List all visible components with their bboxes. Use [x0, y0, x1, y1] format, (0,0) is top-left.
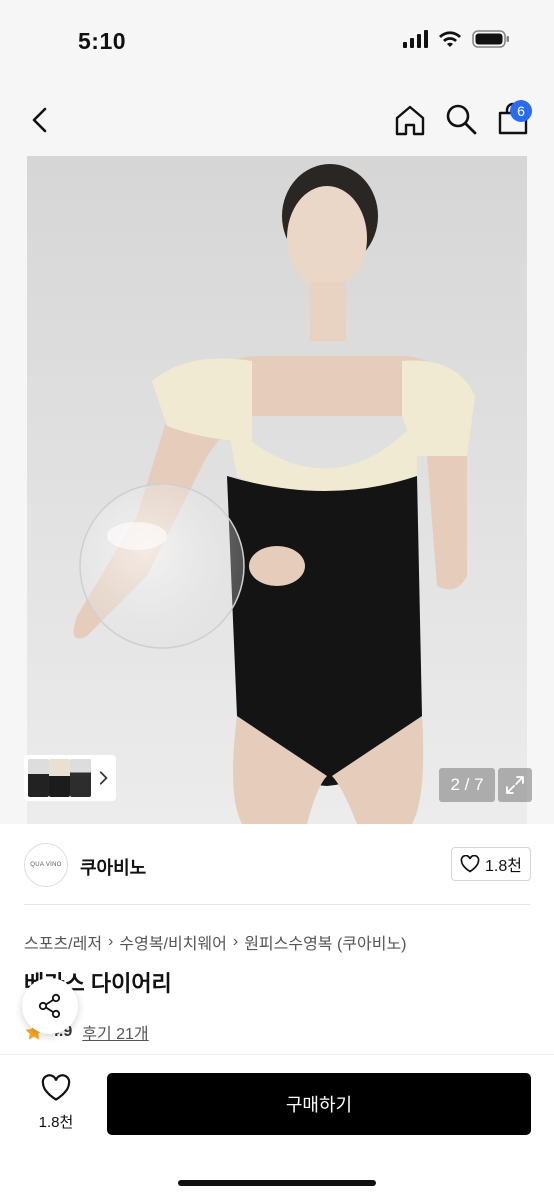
brand-name[interactable]: 쿠아비노: [80, 854, 146, 880]
chevron-right-icon[interactable]: [95, 769, 112, 787]
signal-icon: [403, 30, 428, 48]
expand-button[interactable]: [498, 768, 532, 802]
product-photo[interactable]: [27, 156, 527, 824]
thumbnail-1[interactable]: [28, 759, 49, 797]
wish-button[interactable]: 1.8천: [30, 1074, 82, 1132]
divider: [24, 904, 530, 905]
breadcrumb-item[interactable]: 스포츠/레저: [24, 930, 102, 954]
product-photo-illustration: [27, 156, 527, 824]
wifi-icon: [439, 31, 461, 47]
brand-like-button[interactable]: 1.8천: [451, 847, 531, 881]
brand-row[interactable]: QUA VINO 쿠아비노 1.8천: [0, 826, 554, 904]
status-bar: 5:10: [0, 0, 554, 84]
thumbnail-2[interactable]: [48, 759, 70, 797]
heart-icon: [41, 1074, 71, 1101]
search-icon[interactable]: [444, 102, 478, 136]
brand-logo[interactable]: QUA VINO: [24, 843, 68, 887]
battery-icon: [472, 30, 509, 48]
status-icons: [402, 30, 510, 48]
cart-count-badge: 6: [510, 100, 532, 122]
expand-icon: [506, 776, 524, 794]
thumbnail-strip[interactable]: [24, 755, 116, 801]
wish-count: 1.8천: [38, 1114, 74, 1131]
nav-bar: [0, 84, 554, 156]
status-time: 5:10: [78, 28, 127, 54]
back-icon[interactable]: [22, 102, 58, 138]
thumbnail-3[interactable]: [69, 759, 91, 797]
reviews-link[interactable]: 후기 21개: [82, 1020, 148, 1044]
share-icon: [38, 993, 61, 1019]
buy-button[interactable]: 구매하기: [107, 1073, 531, 1135]
gallery-page-counter: 2 / 7: [439, 768, 495, 802]
breadcrumb-item[interactable]: 수영복/비치웨어: [119, 930, 227, 954]
share-button[interactable]: [22, 978, 78, 1034]
home-icon[interactable]: [392, 102, 428, 138]
chevron-right-icon: ›: [108, 933, 114, 950]
home-indicator: [178, 1180, 376, 1186]
heart-icon: [460, 855, 480, 873]
breadcrumb: 스포츠/레저 › 수영복/비치웨어 › 원피스수영복 (쿠아비노): [24, 930, 407, 954]
breadcrumb-item[interactable]: 원피스수영복 (쿠아비노): [244, 930, 406, 954]
brand-like-count: 1.8천: [485, 858, 522, 875]
chevron-right-icon: ›: [232, 933, 239, 950]
